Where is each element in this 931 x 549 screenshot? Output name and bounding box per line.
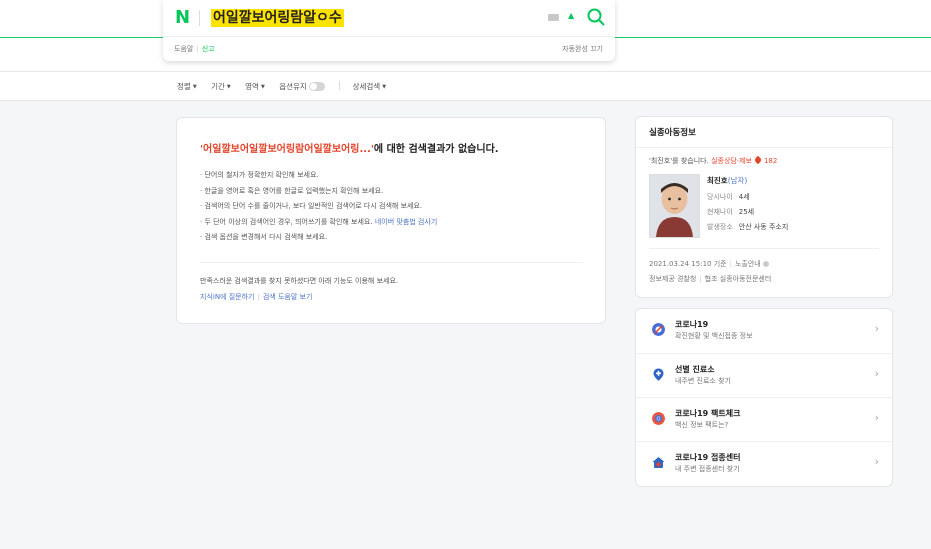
dropdown-arrow-icon: ▼ <box>260 84 265 90</box>
divider <box>636 147 892 148</box>
current-age-row: 현재나이 25세 <box>707 208 755 216</box>
no-result-title: '어일깔보어일깔보어링람어일깔보어링...'에 대한 검색결과가 없습니다. <box>200 140 499 155</box>
chevron-right-icon: › <box>874 455 879 468</box>
location-pin-icon <box>653 368 664 381</box>
ask-kin-link[interactable]: 지식iN에 질문하기 <box>200 293 255 301</box>
naver-logo[interactable]: N <box>175 7 190 28</box>
clinic-link[interactable]: 선별 진료소 내주변 진료소 찾기 › <box>636 353 892 398</box>
tip-item: · 한글을 영어로 혹은 영어를 한글로 입력했는지 확인해 보세요. <box>200 186 384 195</box>
divider <box>649 248 879 249</box>
area-filter[interactable]: 영역 ▼ <box>245 81 265 92</box>
virus-icon <box>652 323 665 336</box>
search-icon[interactable] <box>586 7 606 27</box>
sort-filter[interactable]: 정렬 ▼ <box>177 81 197 92</box>
tip-item: · 검색 옵션을 변경해서 다시 검색해 보세요. <box>200 233 328 241</box>
missing-child-title: 실종아동정보 <box>649 128 696 138</box>
covid-status-link[interactable]: 코로나19 확진현황 및 백신접종 정보 › <box>636 309 892 353</box>
notice-link[interactable]: 노출안내 <box>735 260 761 268</box>
dropdown-help: 도움말 | 신고 <box>174 45 215 53</box>
help-links: 지식iN에 질문하기 | 검색 도움말 보기 <box>200 293 313 301</box>
age-at-time-row: 당시나이 4세 <box>707 193 750 201</box>
chevron-right-icon: › <box>874 367 879 380</box>
info-icon[interactable] <box>762 261 769 267</box>
tip-item: · 검색어의 단어 수를 줄이거나, 보다 일반적인 검색어로 다시 검색해 보… <box>200 202 423 210</box>
child-name[interactable]: 최진호(남자) <box>707 175 747 186</box>
dropdown-arrow-icon: ▼ <box>382 84 387 90</box>
search-help-link[interactable]: 검색 도움말 보기 <box>263 293 313 301</box>
dropdown-divider <box>163 36 615 37</box>
factcheck-icon: O <box>652 412 665 425</box>
filter-divider <box>339 81 341 90</box>
search-tips: · 단어의 철자가 정확한지 확인해 보세요. · 한글을 영어로 혹은 영어를… <box>200 168 437 246</box>
chevron-right-icon: › <box>874 411 879 424</box>
search-box[interactable]: N 어일깔보어링람알ㅇ수 ▲ 도움말 | 신고 자동완성 끄기 <box>163 0 615 61</box>
vaccine-center-link[interactable]: 코로나19 접종센터 내 주변 접종센터 찾기 › <box>636 441 892 486</box>
report-link[interactable]: 실종상담·제보 182 <box>711 155 777 165</box>
detail-search-filter[interactable]: 상세검색 ▼ <box>353 81 386 92</box>
no-result-message: 에 대한 검색결과가 없습니다. <box>373 144 499 155</box>
keep-options-toggle[interactable]: 옵션유지 <box>279 81 325 92</box>
location-row: 발생장소 안산 사동 주소지 <box>707 223 789 231</box>
factcheck-link[interactable]: O 코로나19 팩트체크 백신 정보 팩트는? › <box>636 397 892 442</box>
autocomplete-toggle-icon[interactable]: ▲ <box>568 11 574 20</box>
search-options: 정렬 ▼ 기간 ▼ 영역 ▼ 옵션유지 상세검색 ▼ <box>177 81 398 92</box>
help-link[interactable]: 도움말 <box>174 45 193 53</box>
tip-item: · 단어의 철자가 정확한지 확인해 보세요. <box>200 171 319 179</box>
toggle-switch[interactable] <box>308 82 325 91</box>
divider <box>200 262 583 263</box>
no-result-card: '어일깔보어일깔보어링람어일깔보어링...'에 대한 검색결과가 없습니다. ·… <box>176 117 606 324</box>
missing-child-card: 실종아동정보 '최진호'를 찾습니다. 실종상담·제보 182 최진호(남자) 당… <box>635 116 893 298</box>
hospital-icon <box>652 457 665 468</box>
svg-text:O: O <box>657 416 661 422</box>
no-result-query: '어일깔보어일깔보어링람어일깔보어링...' <box>200 144 374 155</box>
search-input[interactable]: 어일깔보어링람알ㅇ수 <box>211 9 344 27</box>
more-help-text: 만족스러운 검색결과를 찾지 못하셨다면 아래 기능도 이용해 보세요. <box>200 277 399 285</box>
dropdown-arrow-icon: ▼ <box>192 84 197 90</box>
autocomplete-off-button[interactable]: 자동완성 끄기 <box>562 44 603 54</box>
chevron-right-icon: › <box>874 322 879 335</box>
missing-child-find: '최진호'를 찾습니다. 실종상담·제보 182 <box>649 155 778 165</box>
dropdown-arrow-icon: ▼ <box>226 84 231 90</box>
logo-divider <box>199 10 200 26</box>
child-photo[interactable] <box>649 174 700 238</box>
phone-icon <box>753 155 763 165</box>
covid-links-card: 코로나19 확진현황 및 백신접종 정보 › 선별 진료소 내주변 진료소 찾기… <box>635 308 893 487</box>
filter-bar <box>0 72 931 101</box>
period-filter[interactable]: 기간 ▼ <box>211 81 231 92</box>
keyboard-icon[interactable] <box>548 14 559 21</box>
report-link[interactable]: 신고 <box>202 45 215 53</box>
info-provider: 정보제공 경찰청 | 협조 실종아동전문센터 <box>649 275 772 283</box>
info-date: 2021.03.24 15:10 기준 | 노출안내 <box>649 259 769 269</box>
tip-item: · 두 단어 이상의 검색어인 경우, 띄어쓰기를 확인해 보세요. 네이버 맞… <box>200 217 438 226</box>
spell-checker-link[interactable]: 네이버 맞춤법 검사기 <box>375 218 437 226</box>
